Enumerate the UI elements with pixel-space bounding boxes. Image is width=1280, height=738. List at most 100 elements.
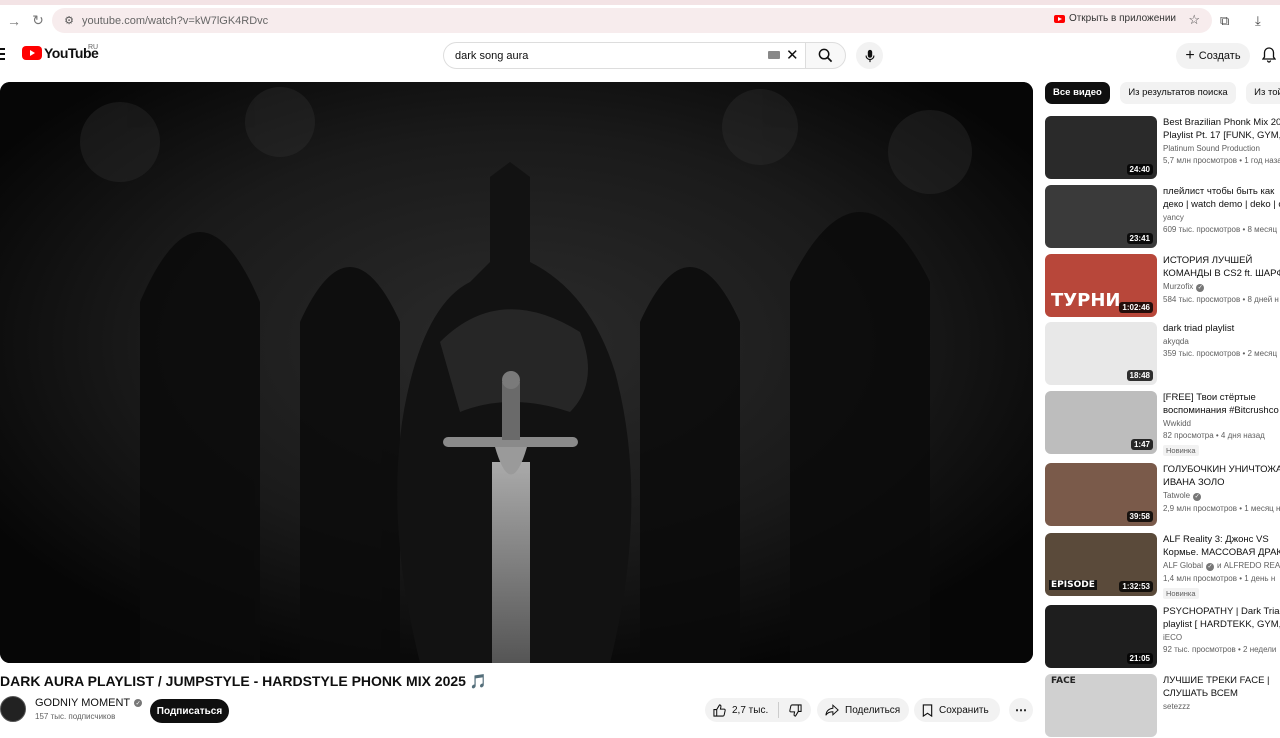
- title-line-1: ГОЛУБОЧКИН УНИЧТОЖА: [1163, 464, 1280, 475]
- channel-name-link[interactable]: GODNIY MOMENT ✓: [35, 697, 143, 709]
- related-channel-name[interactable]: Tatwole ✓: [1163, 491, 1280, 501]
- dislike-button[interactable]: [779, 703, 811, 717]
- plus-icon: +: [1185, 47, 1195, 64]
- title-line-2: ИВАНА ЗОЛО: [1163, 477, 1225, 488]
- related-filter-chips: Все видео Из результатов поиска Из той: [1045, 82, 1280, 104]
- related-video-meta: 359 тыс. просмотров • 2 месяц: [1163, 349, 1278, 358]
- related-channel-name[interactable]: akyqda: [1163, 337, 1280, 346]
- channel-name-text: akyqda: [1163, 337, 1189, 346]
- related-video-title[interactable]: Best Brazilian Phonk Mix 20 Playlist Pt. …: [1163, 116, 1280, 142]
- thumbnail-overlay-text: EPISODE: [1049, 580, 1097, 590]
- related-channel-name[interactable]: ALF Global ✓ и ALFREDO REAL: [1163, 561, 1280, 571]
- related-video-item[interactable]: 23:41 плейлист чтобы быть как деко | watch…: [1045, 185, 1280, 249]
- video-thumbnail[interactable]: 21:05: [1045, 605, 1157, 668]
- video-duration: 1:32:53: [1119, 581, 1153, 592]
- search-button[interactable]: [805, 42, 846, 69]
- related-channel-name[interactable]: Wwkidd: [1163, 419, 1280, 428]
- address-bar[interactable]: ⚙ youtube.com/watch?v=kW7lGK4RDvc Открыт…: [52, 8, 1212, 33]
- related-video-title[interactable]: ГОЛУБОЧКИН УНИЧТОЖА ИВАНА ЗОЛО: [1163, 463, 1280, 489]
- new-badge: Новинка: [1163, 445, 1199, 456]
- video-duration: 1:02:46: [1119, 302, 1153, 313]
- create-button[interactable]: + Создать: [1176, 43, 1250, 69]
- related-video-title[interactable]: PSYCHOPATHY | Dark Triad playlist [ HARDT…: [1163, 605, 1280, 631]
- title-line-1: dark triad playlist: [1163, 323, 1235, 334]
- video-thumbnail[interactable]: 23:41: [1045, 185, 1157, 248]
- related-channel-name[interactable]: Platinum Sound Production: [1163, 144, 1280, 153]
- like-button[interactable]: 2,7 тыс.: [705, 702, 779, 718]
- video-thumbnail[interactable]: 18:48: [1045, 322, 1157, 385]
- video-frame-knight-with-sword: [0, 82, 1033, 663]
- related-channel-name[interactable]: Murzofix ✓: [1163, 282, 1280, 292]
- video-thumbnail[interactable]: 39:58: [1045, 463, 1157, 526]
- chip-from-search[interactable]: Из результатов поиска: [1120, 82, 1236, 104]
- microphone-icon: [864, 49, 875, 62]
- clear-search-icon[interactable]: ✕: [786, 46, 799, 64]
- notifications-bell-icon[interactable]: [1262, 47, 1276, 63]
- chip-all-videos[interactable]: Все видео: [1045, 82, 1110, 104]
- reload-icon[interactable]: ↻: [26, 9, 50, 33]
- verified-icon: ✓: [134, 699, 143, 707]
- related-video-title[interactable]: ЛУЧШИЕ ТРЕКИ FACE | СЛУШАТЬ ВСЕМ: [1163, 674, 1280, 700]
- channel-avatar[interactable]: [0, 696, 26, 722]
- related-video-meta: 584 тыс. просмотров • 8 дней н: [1163, 294, 1279, 304]
- video-player[interactable]: [0, 82, 1033, 663]
- extensions-icon[interactable]: ⧉: [1220, 13, 1229, 29]
- related-video-item[interactable]: 39:58 ГОЛУБОЧКИН УНИЧТОЖА ИВАНА ЗОЛО Tatwol…: [1045, 463, 1280, 527]
- related-video-title[interactable]: плейлист чтобы быть как деко | watch demo…: [1163, 185, 1280, 211]
- related-video-item[interactable]: 18:48 dark triad playlist akyqda 359 тыс. п…: [1045, 322, 1280, 386]
- related-video-info: плейлист чтобы быть как деко | watch demo…: [1163, 185, 1280, 234]
- related-video-title[interactable]: ALF Reality 3: Джонс VS Кормье. МАССОВАЯ …: [1163, 533, 1280, 559]
- video-thumbnail[interactable]: 24:40: [1045, 116, 1157, 179]
- save-button[interactable]: Сохранить: [914, 698, 1000, 722]
- related-video-item[interactable]: EPISODE 1:32:53 ALF Reality 3: Джонс VS Кор…: [1045, 533, 1280, 599]
- download-icon[interactable]: ⤓: [1255, 13, 1261, 29]
- channel-name: GODNIY MOMENT: [35, 697, 131, 709]
- share-button[interactable]: Поделиться: [817, 698, 909, 722]
- video-thumbnail[interactable]: 1:47: [1045, 391, 1157, 454]
- youtube-header: YouTube RU ✕ + Создать: [0, 36, 1280, 76]
- subscribe-button[interactable]: Подписаться: [150, 699, 229, 723]
- related-channel-name[interactable]: iECO: [1163, 633, 1280, 642]
- menu-icon[interactable]: [0, 48, 6, 63]
- open-in-app-button[interactable]: Открыть в приложении: [1053, 13, 1176, 24]
- url-text[interactable]: youtube.com/watch?v=kW7lGK4RDvc: [82, 15, 268, 27]
- related-video-title[interactable]: ИСТОРИЯ ЛУЧШЕЙ КОМАНДЫ В CS2 ft. ШАРФ: [1163, 254, 1280, 280]
- related-video-meta: 92 тыс. просмотров • 2 недели: [1163, 645, 1277, 654]
- forward-icon[interactable]: →: [2, 9, 26, 33]
- related-video-info: ЛУЧШИЕ ТРЕКИ FACE | СЛУШАТЬ ВСЕМ setezzz: [1163, 674, 1280, 711]
- related-video-title[interactable]: [FREE] Твои стёртые воспоминания #Bitcrus…: [1163, 391, 1280, 417]
- channel-name-text: Tatwole: [1163, 491, 1191, 500]
- search-icon: [818, 48, 833, 63]
- related-video-item[interactable]: 1:47 [FREE] Твои стёртые воспоминания #Bit…: [1045, 391, 1280, 456]
- region-code: RU: [88, 44, 99, 51]
- related-video-item[interactable]: FACE ЛУЧШИЕ ТРЕКИ FACE | СЛУШАТЬ ВСЕМ setez…: [1045, 674, 1280, 738]
- related-video-title[interactable]: dark triad playlist: [1163, 322, 1280, 335]
- search-input[interactable]: [455, 49, 755, 62]
- related-video-item[interactable]: 24:40 Best Brazilian Phonk Mix 20 Playlist…: [1045, 116, 1280, 180]
- video-duration: 24:40: [1126, 164, 1153, 175]
- related-channel-name[interactable]: setezzz: [1163, 702, 1280, 711]
- related-channel-name[interactable]: yancy: [1163, 213, 1280, 222]
- video-thumbnail[interactable]: FACE: [1045, 674, 1157, 737]
- create-label: Создать: [1198, 50, 1241, 62]
- youtube-play-icon: [22, 46, 42, 60]
- keyboard-icon[interactable]: [768, 51, 780, 59]
- channel-name-text: yancy: [1163, 213, 1184, 222]
- site-info-icon[interactable]: ⚙: [58, 14, 80, 27]
- share-icon: [825, 704, 839, 716]
- video-thumbnail[interactable]: EPISODE 1:32:53: [1045, 533, 1157, 596]
- voice-search-button[interactable]: [856, 42, 883, 69]
- more-actions-button[interactable]: ⋯: [1009, 698, 1033, 722]
- verified-icon: ✓: [1193, 492, 1202, 501]
- title-line-1: PSYCHOPATHY | Dark Triad: [1163, 606, 1280, 617]
- chip-from-channel[interactable]: Из той: [1246, 82, 1280, 104]
- youtube-logo[interactable]: YouTube: [22, 45, 99, 61]
- search-box[interactable]: ✕: [443, 42, 805, 69]
- bookmark-star-icon[interactable]: ☆: [1188, 12, 1200, 28]
- related-video-item[interactable]: 21:05 PSYCHOPATHY | Dark Triad playlist [ …: [1045, 605, 1280, 669]
- video-duration: 1:47: [1130, 439, 1153, 450]
- title-line-2: деко | watch demo | deko | c: [1163, 199, 1280, 210]
- related-video-item[interactable]: ТУРНИ 1:02:46 ИСТОРИЯ ЛУЧШЕЙ КОМАНДЫ В CS2 …: [1045, 254, 1280, 318]
- channel-name-text: setezzz: [1163, 702, 1191, 711]
- video-thumbnail[interactable]: ТУРНИ 1:02:46: [1045, 254, 1157, 317]
